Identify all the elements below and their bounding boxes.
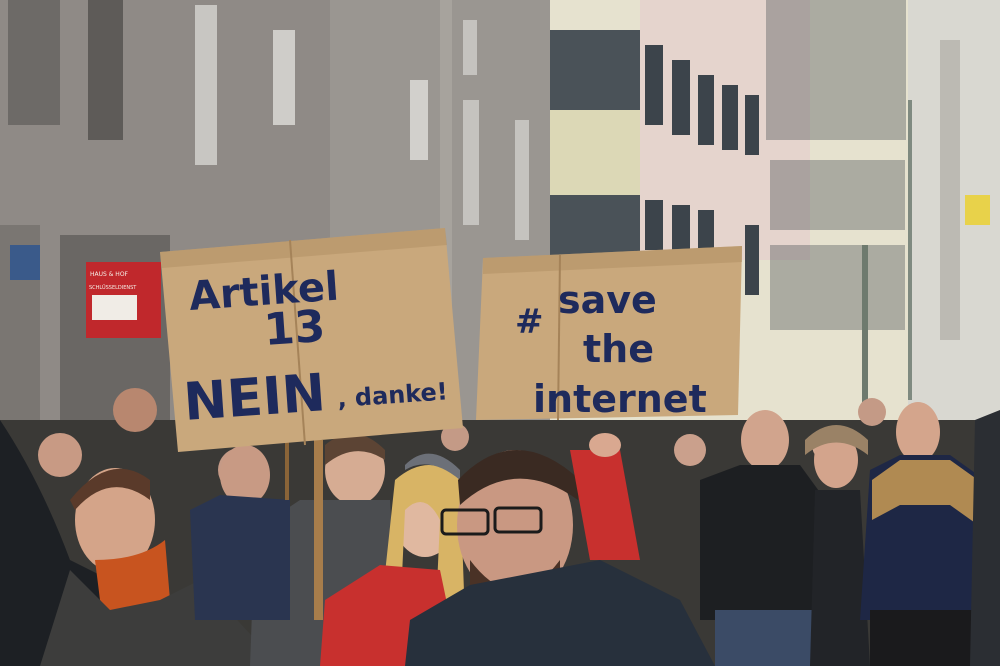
shop-sign-top-text: HAUS & HOF — [90, 271, 129, 278]
sign-left-line2: 13 — [262, 301, 327, 356]
shop-sign-brand: SCHLÜSSELDIENST — [89, 284, 137, 291]
sign-right-line1: save — [558, 278, 657, 322]
photo-scene: HAUS & HOF SCHLÜSSELDIENST Artikel 13 NE… — [0, 0, 1000, 666]
left-sign-stick — [314, 440, 323, 620]
sign-right-line3: internet — [533, 377, 707, 421]
protest-photo: HAUS & HOF SCHLÜSSELDIENST Artikel 13 NE… — [0, 0, 1000, 666]
raised-hand — [589, 433, 621, 457]
sign-artikel-13: Artikel 13 NEIN , danke! — [160, 228, 463, 452]
sign-right-hash: # — [515, 302, 544, 342]
sign-save-the-internet: # save the internet — [476, 246, 742, 421]
sign-left-line3-big: NEIN — [182, 363, 328, 433]
shop-sign: HAUS & HOF SCHLÜSSELDIENST — [86, 262, 161, 338]
sign-right-line2: the — [583, 327, 654, 371]
